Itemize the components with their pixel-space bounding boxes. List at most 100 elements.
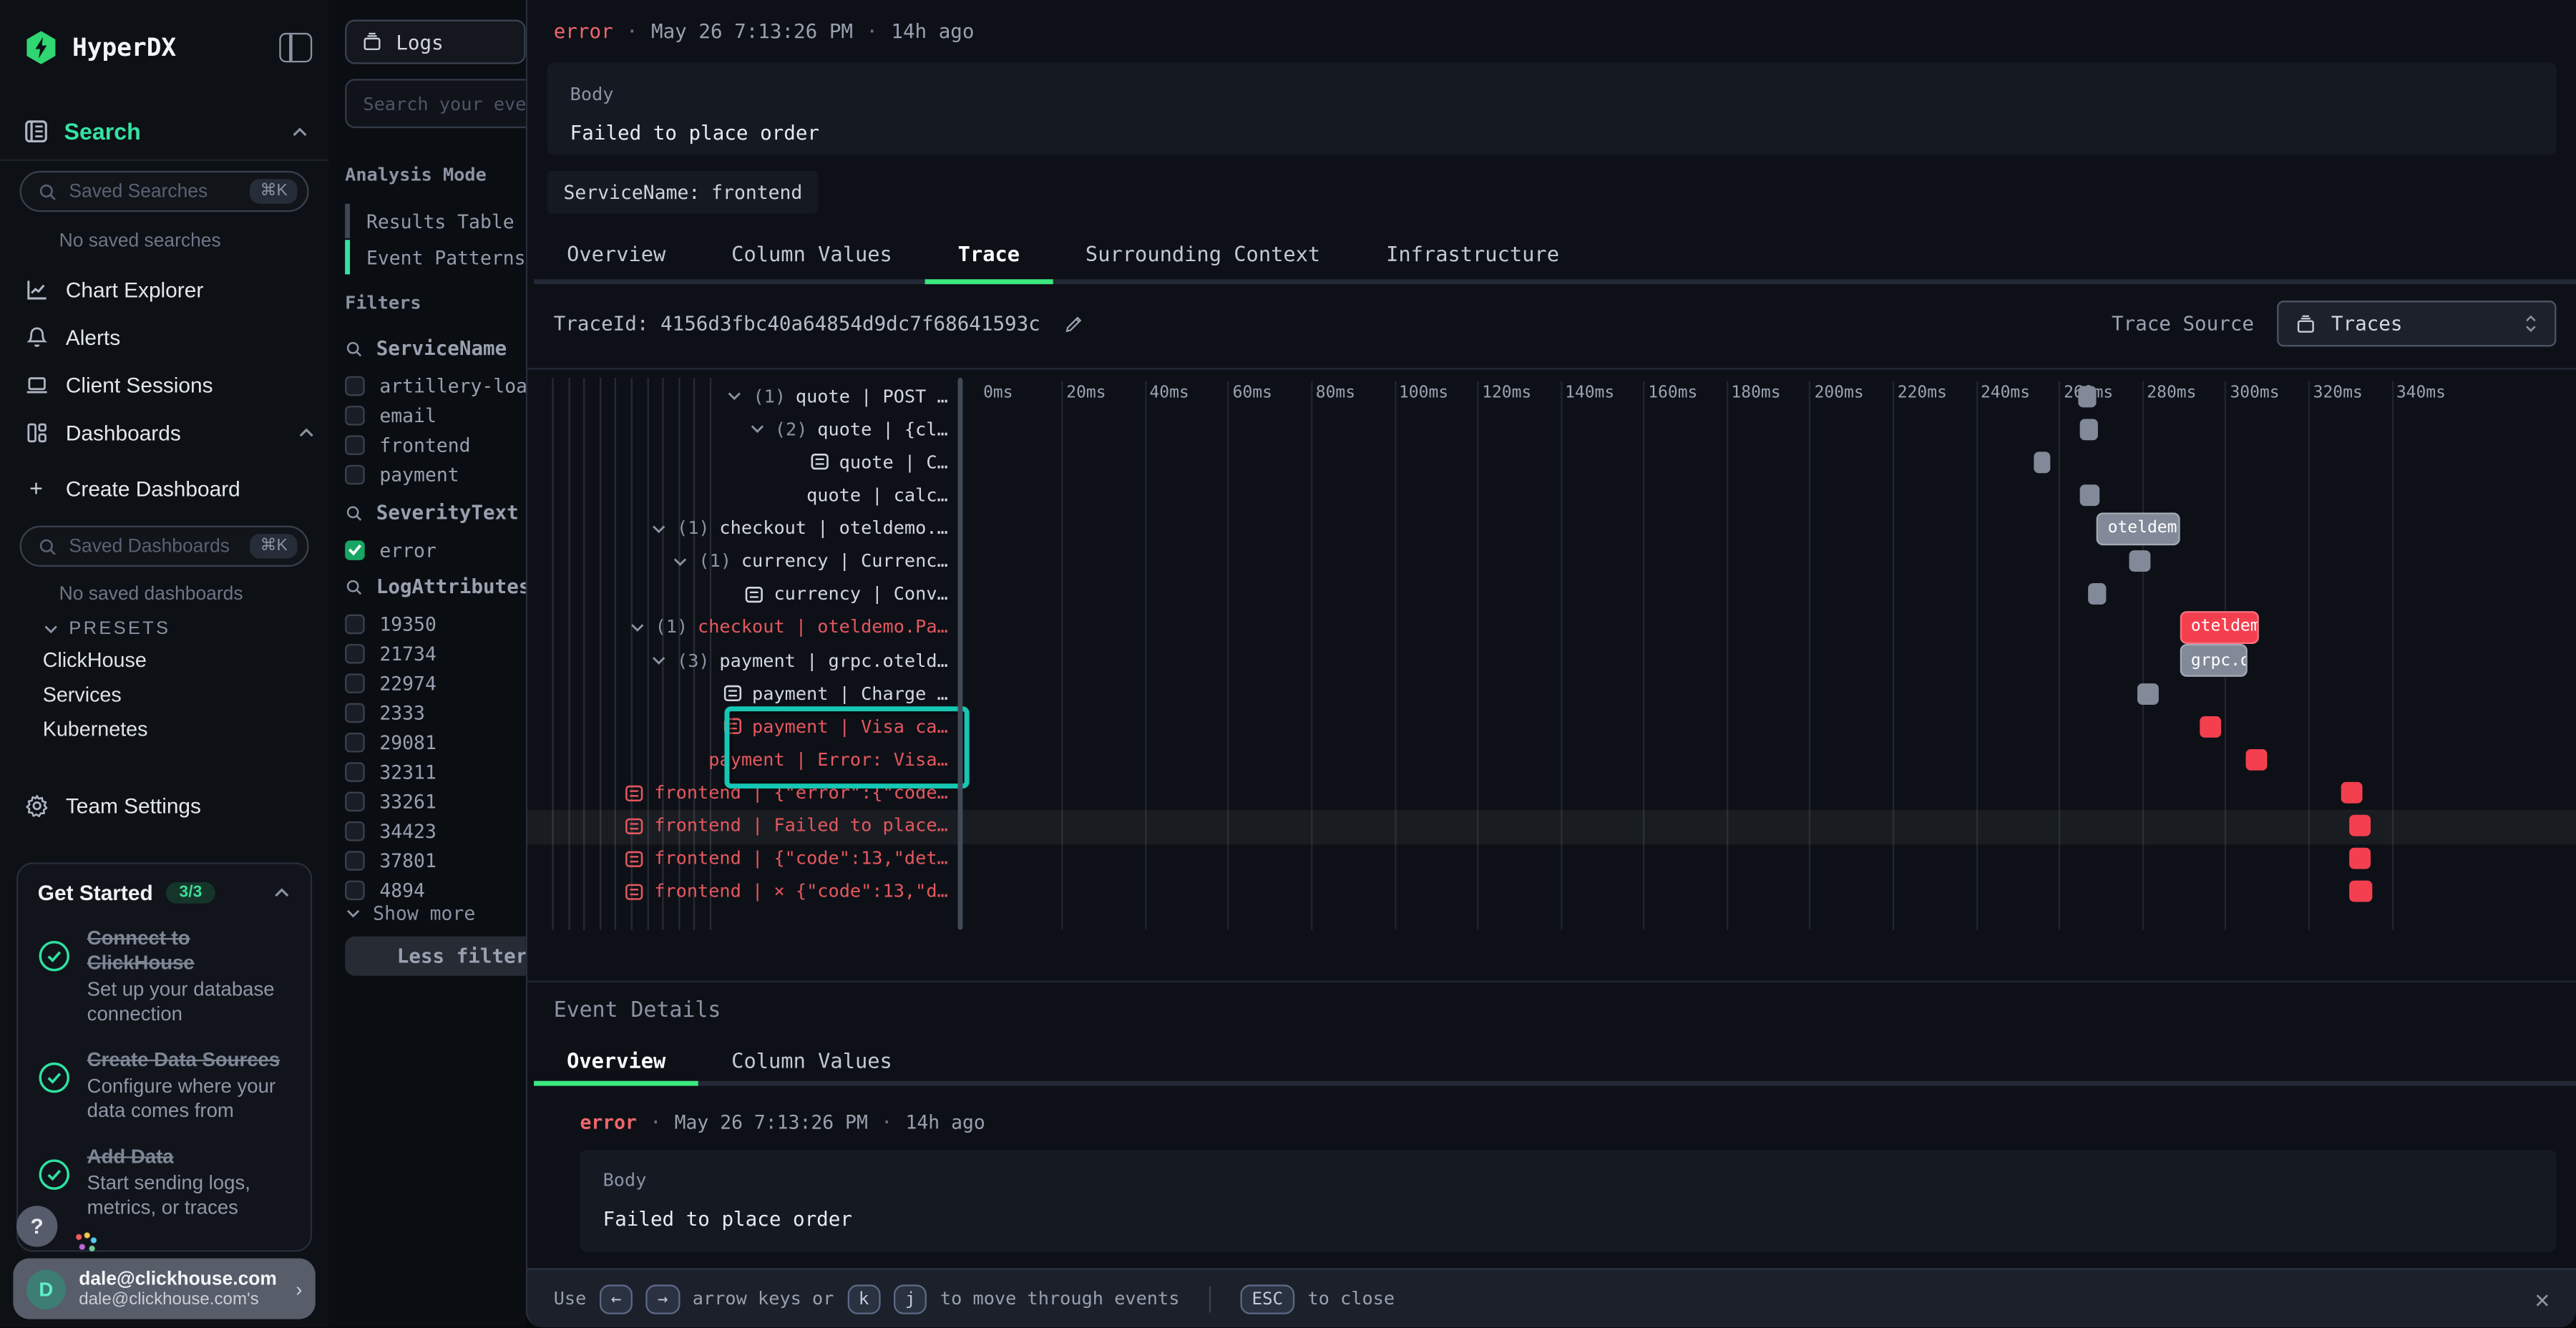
sidebar-item-client-sessions[interactable]: Client Sessions — [23, 366, 316, 403]
filter-option-payment[interactable]: payment — [345, 462, 459, 486]
span-bar[interactable] — [2088, 584, 2107, 605]
span-bar[interactable]: oteldem — [2180, 611, 2258, 644]
checkbox[interactable] — [345, 376, 365, 396]
team-settings-button[interactable]: Team Settings — [23, 787, 316, 824]
filter-option-4894[interactable]: 4894 — [345, 877, 425, 902]
preset-item-kubernetes[interactable]: Kubernetes — [43, 718, 148, 741]
filter-option-19350[interactable]: 19350 — [345, 611, 436, 635]
sidebar-item-dashboards[interactable]: Dashboards — [23, 414, 316, 451]
checkbox[interactable] — [345, 850, 365, 870]
checkbox[interactable] — [345, 732, 365, 752]
checkbox[interactable] — [345, 791, 365, 811]
span-row[interactable]: (1)checkout | oteldemo.… — [527, 512, 948, 545]
less-filters-button[interactable]: Less filters — [345, 937, 526, 976]
collapse-sidebar-icon[interactable] — [279, 33, 312, 62]
analysis-mode-option-event-patterns[interactable]: Event Patterns — [345, 240, 526, 274]
span-bar[interactable] — [2350, 848, 2371, 869]
filter-option-33261[interactable]: 33261 — [345, 788, 436, 813]
get-started-item[interactable]: Create Data SourcesConfigure where your … — [38, 1048, 291, 1124]
span-bar[interactable]: oteldem — [2097, 512, 2180, 545]
span-row[interactable]: frontend | Failed to place… — [527, 809, 948, 842]
tree-scrollbar[interactable] — [958, 378, 963, 929]
search-icon[interactable] — [345, 504, 363, 522]
checkbox[interactable] — [345, 643, 365, 663]
span-bar[interactable] — [2138, 683, 2159, 704]
presets-toggle[interactable]: PRESETS — [43, 620, 171, 640]
user-menu[interactable]: D dale@clickhouse.com dale@clickhouse.co… — [13, 1259, 315, 1319]
create-dashboard-button[interactable]: + Create Dashboard — [23, 470, 316, 507]
preset-item-clickhouse[interactable]: ClickHouse — [43, 649, 147, 672]
tab-trace[interactable]: Trace — [925, 227, 1053, 279]
filter-option-2333[interactable]: 2333 — [345, 700, 425, 724]
span-row[interactable]: quote | calc… — [527, 479, 948, 512]
chevron-down-icon[interactable] — [650, 520, 667, 537]
search-icon[interactable] — [345, 577, 363, 595]
span-row[interactable]: (2)quote | {cl… — [527, 412, 948, 445]
span-row[interactable]: (1)currency | Currenc… — [527, 545, 948, 577]
help-button[interactable]: ? — [16, 1206, 57, 1246]
tab-overview[interactable]: Overview — [534, 227, 698, 279]
span-bar[interactable] — [2246, 749, 2267, 771]
show-more-button[interactable]: Show more — [345, 902, 475, 924]
span-row[interactable]: payment | Charge … — [527, 677, 948, 710]
span-bar[interactable] — [2350, 882, 2373, 903]
checkbox[interactable] — [345, 821, 365, 841]
sidebar-section-search[interactable]: Search — [23, 112, 308, 151]
span-bar[interactable] — [2034, 451, 2050, 473]
trace-source-select[interactable]: Traces — [2277, 301, 2556, 346]
filter-option-34423[interactable]: 34423 — [345, 818, 436, 842]
get-started-item[interactable]: Connect to ClickHouseSet up your databas… — [38, 927, 291, 1027]
span-bar[interactable] — [2079, 419, 2098, 440]
chevron-down-icon[interactable] — [727, 388, 743, 404]
span-row[interactable]: currency | Conv… — [527, 578, 948, 611]
checkbox[interactable] — [345, 540, 365, 560]
filter-option-22974[interactable]: 22974 — [345, 670, 436, 695]
chevron-down-icon[interactable] — [748, 421, 765, 437]
span-bar[interactable] — [2350, 815, 2371, 836]
tab-surrounding-context[interactable]: Surrounding Context — [1053, 227, 1353, 279]
chevron-up-icon[interactable] — [273, 884, 291, 902]
filter-option-21734[interactable]: 21734 — [345, 640, 436, 665]
sidebar-item-alerts[interactable]: Alerts — [23, 318, 316, 355]
span-bar[interactable]: grpc.o — [2180, 644, 2248, 677]
preset-item-services[interactable]: Services — [43, 683, 122, 706]
checkbox[interactable] — [345, 434, 365, 454]
span-row[interactable]: (1)quote | POST … — [527, 379, 948, 412]
chevron-down-icon[interactable] — [673, 553, 689, 570]
tab-infrastructure[interactable]: Infrastructure — [1353, 227, 1592, 279]
saved-dashboards-input[interactable]: Saved Dashboards ⌘K — [20, 526, 309, 567]
search-icon[interactable] — [345, 339, 363, 357]
checkbox[interactable] — [345, 464, 365, 484]
chevron-up-icon[interactable] — [291, 122, 308, 140]
sidebar-item-chart-explorer[interactable]: Chart Explorer — [23, 271, 316, 308]
span-bar[interactable] — [2200, 716, 2221, 738]
checkbox[interactable] — [345, 761, 365, 781]
checkbox[interactable] — [345, 405, 365, 425]
event-details-tab-column-values[interactable]: Column Values — [698, 1038, 924, 1081]
source-select-button[interactable]: Logs — [345, 20, 526, 64]
filter-option-32311[interactable]: 32311 — [345, 759, 436, 783]
checkbox[interactable] — [345, 614, 365, 634]
checkbox[interactable] — [345, 879, 365, 899]
analysis-mode-option-results-table[interactable]: Results Table — [345, 204, 526, 238]
chevron-down-icon[interactable] — [629, 619, 645, 635]
filter-option-37801[interactable]: 37801 — [345, 848, 436, 872]
event-details-tab-overview[interactable]: Overview — [534, 1038, 698, 1081]
saved-searches-input[interactable]: Saved Searches ⌘K — [20, 171, 309, 212]
tab-column-values[interactable]: Column Values — [698, 227, 924, 279]
event-search-input[interactable]: Search your events — [345, 79, 526, 128]
filter-option-artillery-loa[interactable]: artillery-loa — [345, 373, 526, 397]
span-bar[interactable] — [2341, 782, 2362, 804]
span-row[interactable]: (1)checkout | oteldemo.Pa… — [527, 611, 948, 644]
filter-option-error[interactable]: error — [345, 537, 436, 562]
span-row[interactable]: (3)payment | grpc.oteld… — [527, 644, 948, 677]
filter-option-29081[interactable]: 29081 — [345, 729, 436, 753]
span-bar[interactable] — [2079, 484, 2100, 506]
filter-option-email[interactable]: email — [345, 403, 436, 427]
span-row[interactable]: frontend | {"code":13,"det… — [527, 842, 948, 875]
span-row[interactable]: quote | C… — [527, 446, 948, 479]
get-started-item[interactable]: Add DataStart sending logs, metrics, or … — [38, 1145, 291, 1221]
service-name-chip[interactable]: ServiceName: frontend — [547, 171, 819, 214]
close-icon[interactable]: ✕ — [2535, 1284, 2550, 1313]
checkbox[interactable] — [345, 673, 365, 693]
